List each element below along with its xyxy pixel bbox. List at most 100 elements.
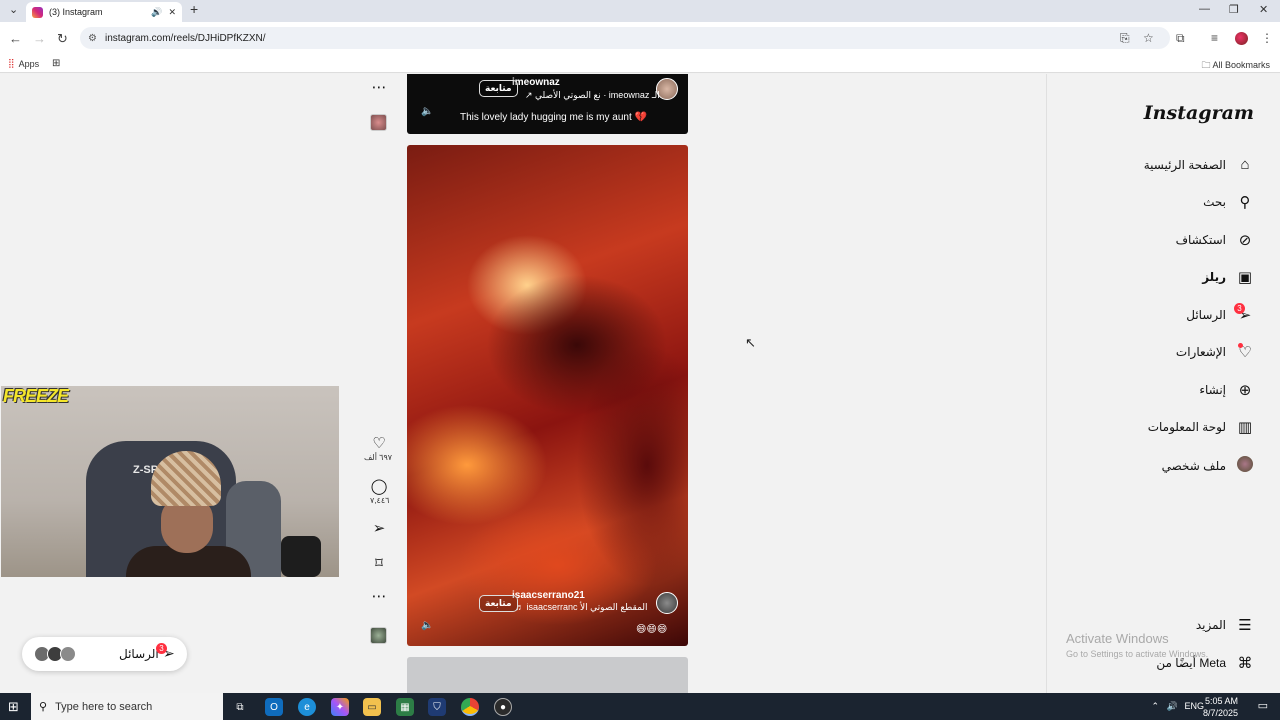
volume-icon[interactable]: 🔊	[1167, 701, 1178, 712]
address-bar[interactable]: ⚙ instagram.com/reels/DJHiDPfKZXN/	[80, 27, 1170, 49]
restore-icon[interactable]: ❐	[1229, 3, 1239, 16]
reel-audio[interactable]: ↗ نع الصوتي الأصلي · imeownaz الـ	[525, 90, 660, 101]
obs-icon[interactable]: ●	[494, 698, 512, 716]
reel-username[interactable]: imeownaz	[512, 77, 560, 88]
message-avatars	[34, 646, 76, 662]
sidebar-item-label: استكشاف	[1175, 233, 1226, 247]
sidebar-item-label: الصفحة الرئيسية	[1143, 157, 1226, 172]
tray-chevron-icon[interactable]: ⌃	[1151, 701, 1159, 712]
store-icon[interactable]: ▦	[396, 698, 414, 716]
sidebar-item-reels[interactable]: ريلز ▣	[1202, 268, 1254, 286]
reload-icon[interactable]: ↻	[57, 31, 68, 47]
activate-windows-watermark: Activate Windows Go to Settings to activ…	[1066, 631, 1208, 659]
reel-username[interactable]: isaacserrano21	[512, 590, 585, 601]
language-indicator[interactable]: ENG	[1184, 701, 1204, 711]
minimize-icon[interactable]: —	[1199, 3, 1210, 15]
reel-card[interactable]: isaacserrano21 ♬ isaacserranc المقطع الص…	[407, 145, 688, 646]
speaker-icon[interactable]: 🔈	[421, 106, 433, 117]
bookmark-star-icon[interactable]: ☆	[1143, 31, 1154, 45]
all-bookmarks[interactable]: 🗀 All Bookmarks	[1201, 58, 1270, 74]
audio-thumbnail[interactable]	[370, 627, 387, 644]
plus-square-icon: ⊕	[1238, 382, 1252, 399]
menu-kebab-icon[interactable]: ⋮	[1261, 31, 1273, 45]
more-options-icon[interactable]: ⋯	[370, 589, 388, 605]
copilot-icon[interactable]: ✦	[331, 698, 349, 716]
sidebar-item-label: الرسائل	[1186, 308, 1226, 322]
sidebar: Instagram الصفحة الرئيسية ⌂ بحث ⚲ استكشا…	[1046, 74, 1280, 693]
tab-search-chevron-icon[interactable]: ⌄	[9, 3, 18, 16]
dashboard-icon: ▥	[1237, 419, 1253, 436]
windows-start-icon[interactable]: ⊞	[8, 699, 19, 715]
security-shield-icon[interactable]: ⛉	[428, 698, 446, 716]
tab-groups-icon[interactable]: ⊞	[52, 58, 60, 69]
messages-badge: 3	[156, 643, 167, 654]
follow-button[interactable]: متابعة	[479, 595, 518, 612]
reel-card[interactable]	[407, 657, 688, 693]
clock-date: 8/7/2025	[1202, 708, 1238, 718]
comment-button[interactable]: ◯ ٧,٤٤٦	[370, 479, 389, 506]
messages-pill[interactable]: الرسائل ➢ 3	[22, 637, 187, 671]
close-tab-icon[interactable]: ✕	[168, 7, 176, 18]
edge-icon[interactable]: e	[298, 698, 316, 716]
notification-center-icon[interactable]: ▭	[1258, 699, 1268, 712]
compass-icon: ⊘	[1238, 232, 1252, 249]
follow-button[interactable]: متابعة	[479, 80, 518, 97]
browser-toolbar: ← → ↻ ⚙ instagram.com/reels/DJHiDPfKZXN/…	[0, 22, 1280, 55]
like-button[interactable]: ♡ ٦٩٧ ألف	[364, 435, 392, 463]
back-icon[interactable]: ←	[9, 31, 22, 46]
sidebar-item-explore[interactable]: استكشاف ⊘	[1176, 231, 1254, 249]
url-text: instagram.com/reels/DJHiDPfKZXN/	[104, 32, 266, 44]
speaker-icon[interactable]: 🔊	[151, 7, 162, 18]
send-icon: ➢	[372, 520, 386, 537]
chrome-icon[interactable]	[461, 698, 479, 716]
avatar	[60, 646, 76, 662]
avatar	[1236, 456, 1254, 476]
file-explorer-icon[interactable]: ▭	[363, 698, 381, 716]
sidebar-item-home[interactable]: الصفحة الرئيسية ⌂	[1144, 156, 1254, 173]
extensions-icon[interactable]: ⧉	[1176, 31, 1185, 46]
audio-thumbnail[interactable]	[370, 114, 387, 131]
bookmarks-bar: ⣿ Apps ⊞ 🗀 All Bookmarks	[0, 55, 1280, 73]
like-count: ٦٩٧ ألف	[364, 453, 393, 462]
windows-taskbar: ⊞ ⚲ Type here to search ⧉ O e ✦ ▭ ▦ ⛉ ● …	[0, 693, 1280, 720]
sidebar-item-dashboard[interactable]: لوحة المعلومات ▥	[1148, 418, 1254, 436]
clock-time: 5:05 AM	[1204, 696, 1238, 706]
instagram-favicon-icon	[32, 6, 43, 18]
taskbar-search[interactable]: ⚲ Type here to search	[31, 693, 223, 720]
forward-icon[interactable]: →	[33, 31, 46, 46]
notification-dot	[1238, 343, 1243, 348]
outlook-icon[interactable]: O	[265, 698, 283, 716]
task-view-icon[interactable]: ⧉	[231, 698, 249, 716]
share-button[interactable]: ➢	[370, 521, 388, 537]
mouse-cursor-icon: ↖	[745, 335, 756, 350]
save-button[interactable]: ⌑	[370, 556, 388, 572]
sidebar-item-label: المزيد	[1195, 618, 1226, 632]
sidebar-item-create[interactable]: إنشاء ⊕	[1199, 381, 1254, 399]
more-options-icon[interactable]: ⋯	[370, 80, 388, 96]
reel-card[interactable]: imeownaz ↗ نع الصوتي الأصلي · imeownaz ا…	[407, 74, 688, 134]
close-window-icon[interactable]: ✕	[1259, 3, 1268, 16]
site-info-icon[interactable]: ⚙	[88, 33, 97, 44]
sidebar-item-profile[interactable]: ملف شخصي	[1162, 456, 1254, 476]
bookmark-icon: ⌑	[375, 555, 383, 572]
reel-audio[interactable]: ♬ isaacserranc المقطع الصوتي الأ	[515, 602, 648, 613]
instagram-logo[interactable]: Instagram	[1144, 102, 1254, 124]
folder-icon: 🗀	[1201, 60, 1211, 70]
heart-icon: ♡	[372, 435, 386, 452]
reels-icon: ▣	[1237, 269, 1253, 286]
sidebar-item-label: لوحة المعلومات	[1147, 420, 1226, 434]
new-tab-icon[interactable]: +	[190, 1, 198, 17]
install-app-icon[interactable]: ⎘	[1120, 31, 1130, 46]
tab-instagram[interactable]: (3) Instagram 🔊 ✕	[26, 2, 182, 22]
messages-badge: 3	[1234, 303, 1245, 314]
reel-author-avatar[interactable]	[656, 592, 678, 614]
reel-caption: 😄😄😄	[636, 624, 668, 635]
profile-avatar[interactable]	[1235, 32, 1248, 45]
media-controls-icon[interactable]: ≡	[1211, 31, 1218, 45]
speaker-icon[interactable]: 🔈	[421, 620, 433, 631]
sidebar-item-search[interactable]: بحث ⚲	[1203, 193, 1254, 211]
watermark-subtitle: Go to Settings to activate Windows.	[1066, 649, 1209, 659]
search-placeholder: Type here to search	[55, 700, 153, 713]
apps-bookmark[interactable]: ⣿ Apps	[8, 58, 39, 69]
taskbar-clock[interactable]: 5:05 AM 8/7/2025	[1203, 695, 1238, 719]
